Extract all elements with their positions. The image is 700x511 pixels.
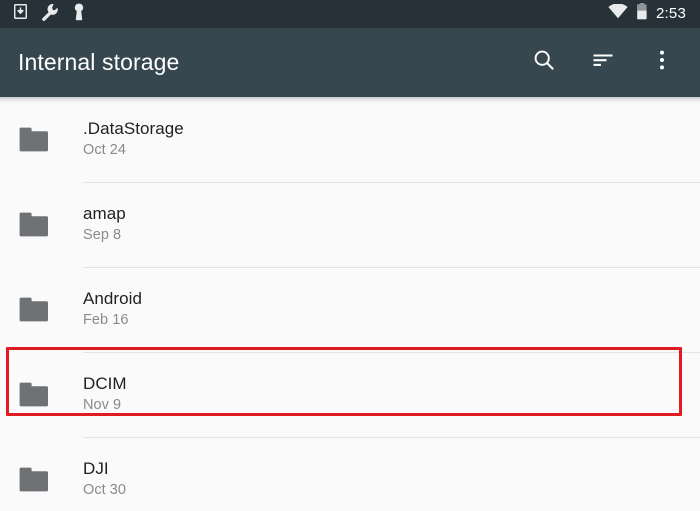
- keyhole-icon: [73, 3, 85, 26]
- list-item-text: amap Sep 8: [65, 203, 126, 246]
- folder-icon: [18, 382, 65, 408]
- list-item-date: Oct 30: [83, 482, 127, 498]
- list-item-date: Sep 8: [83, 227, 122, 243]
- wifi-icon: [608, 3, 628, 24]
- status-bar-notification-icons: [13, 3, 85, 26]
- search-icon: [532, 48, 556, 77]
- list-divider: [83, 182, 700, 183]
- status-bar-clock: 2:53: [656, 5, 686, 22]
- list-item-date: Oct 24: [83, 142, 127, 158]
- file-list[interactable]: .DataStorage Oct 24 amap Sep 8 Android F…: [0, 97, 700, 511]
- list-item-date: Feb 16: [83, 312, 129, 328]
- list-divider: [83, 437, 700, 438]
- list-item-text: .DataStorage Oct 24: [65, 118, 184, 161]
- list-item[interactable]: .DataStorage Oct 24: [0, 97, 700, 182]
- folder-icon: [18, 127, 65, 153]
- folder-icon: [18, 467, 65, 493]
- overflow-menu-button[interactable]: [646, 47, 678, 79]
- list-item[interactable]: DJI Oct 30: [0, 437, 700, 511]
- app-toolbar: Internal storage: [0, 28, 700, 97]
- list-item-dcim[interactable]: DCIM Nov 9: [0, 352, 700, 437]
- list-item-name: DCIM: [83, 374, 127, 393]
- list-item-name: .DataStorage: [83, 119, 184, 138]
- list-divider: [83, 352, 700, 353]
- list-divider: [83, 267, 700, 268]
- sort-button[interactable]: [587, 47, 619, 79]
- list-item[interactable]: amap Sep 8: [0, 182, 700, 267]
- battery-icon: [636, 3, 647, 25]
- status-bar: 2:53: [0, 0, 700, 28]
- toolbar-actions: [528, 47, 678, 79]
- list-item-date: Nov 9: [83, 397, 122, 413]
- more-vertical-icon: [650, 48, 674, 77]
- list-item-name: amap: [83, 204, 126, 223]
- list-item[interactable]: Android Feb 16: [0, 267, 700, 352]
- list-item-text: DCIM Nov 9: [65, 373, 127, 416]
- status-bar-system-icons: 2:53: [608, 3, 686, 25]
- search-button[interactable]: [528, 47, 560, 79]
- wrench-icon: [41, 3, 59, 26]
- list-item-name: DJI: [83, 459, 109, 478]
- list-item-text: DJI Oct 30: [65, 458, 126, 501]
- download-icon: [13, 3, 28, 24]
- folder-icon: [18, 212, 65, 238]
- folder-icon: [18, 297, 65, 323]
- android-file-manager-screen: 2:53 Internal storage .DataStorage Oct 2…: [0, 0, 700, 511]
- list-item-name: Android: [83, 289, 142, 308]
- sort-icon: [591, 48, 615, 77]
- page-title: Internal storage: [18, 49, 180, 75]
- list-item-text: Android Feb 16: [65, 288, 142, 331]
